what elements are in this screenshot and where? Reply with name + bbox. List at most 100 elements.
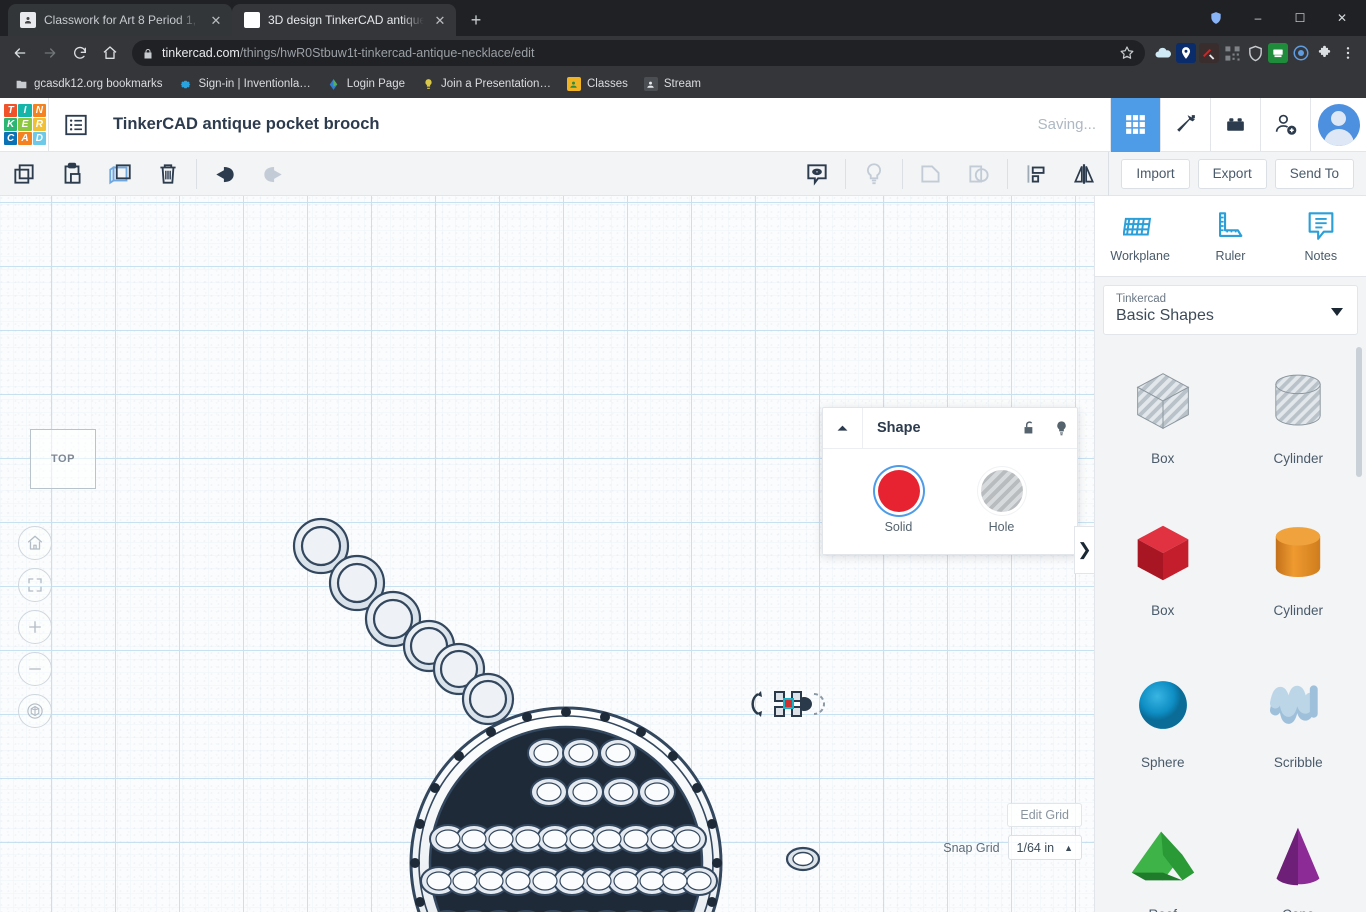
sphere-icon [1122,665,1204,745]
bookmark-item-1[interactable]: Sign-in | Inventionla… [172,74,316,94]
shapes-scrollbar[interactable] [1356,347,1362,477]
minimize-button[interactable]: – [1238,3,1278,33]
close-icon[interactable]: ✕ [432,12,448,28]
sidebar-tool-notes[interactable]: Notes [1282,209,1360,263]
zoom-in-button[interactable] [18,610,52,644]
shapes-grid[interactable]: Box Cylinder [1095,343,1366,912]
shape-item-sphere[interactable]: Sphere [1095,665,1231,795]
shape-item-roof[interactable]: Roof [1095,817,1231,912]
forward-arrow-icon[interactable] [36,39,64,67]
scanner-icon[interactable] [1268,43,1288,63]
close-window-button[interactable]: ✕ [1322,3,1362,33]
export-button[interactable]: Export [1198,159,1267,189]
address-bar[interactable]: tinkercad.com/things/hwR0Stbuw1t-tinkerc… [132,40,1145,66]
bookmark-item-2[interactable]: Login Page [321,74,411,94]
view-cube[interactable]: TOP [30,429,96,489]
chevron-up-icon[interactable] [823,408,863,449]
qr-code-icon[interactable] [1222,43,1242,63]
duplicate-icon[interactable] [96,152,144,196]
copy-icon[interactable] [0,152,48,196]
home-icon[interactable] [96,39,124,67]
browser-tab-0[interactable]: Classwork for Art 8 Period 1, MP ✕ [8,4,232,36]
logo-letter-2: N [33,104,46,117]
location-pin-icon[interactable] [1176,43,1196,63]
shape-library-select[interactable]: Tinkercad Basic Shapes [1103,285,1358,335]
shape-item-box[interactable]: Box [1095,513,1231,643]
shield-icon[interactable] [1245,43,1265,63]
list-menu-icon[interactable] [49,98,103,152]
bookmarks-bar: gcasdk12.org bookmarks Sign-in | Inventi… [0,70,1366,98]
bookmark-item-5-label: Stream [664,78,701,90]
new-tab-button[interactable]: + [462,6,490,34]
person-add-icon[interactable] [1260,98,1310,152]
shapes-sidebar: Workplane Ruler Notes [1094,196,1366,912]
pickaxe-icon[interactable] [1160,98,1210,152]
library-value: Basic Shapes [1116,307,1345,325]
perspective-toggle-button[interactable] [18,694,52,728]
eye-tooltip-icon[interactable] [793,152,841,196]
shape-item-box-hole[interactable]: Box [1095,361,1231,491]
undo-arrow-icon[interactable] [201,152,249,196]
zoom-out-button[interactable] [18,652,52,686]
snap-grid-select[interactable]: 1/64 in ▲ [1008,835,1082,860]
shape-item-cone[interactable]: Cone [1231,817,1366,912]
viewport-nav-controls [18,526,52,736]
solid-option[interactable]: Solid [878,470,920,534]
lightbulb-icon [850,152,898,196]
hole-swatch[interactable] [981,470,1023,512]
url-path: /things/hwR0Stbuw1t-tinkercad-antique-ne… [240,46,535,60]
trash-icon[interactable] [144,152,192,196]
send-to-button[interactable]: Send To [1275,159,1354,189]
import-button[interactable]: Import [1121,159,1189,189]
sidebar-tool-workplane[interactable]: Workplane [1101,209,1179,263]
redo-arrow-icon[interactable] [249,152,297,196]
tinkercad-logo-icon[interactable]: T I N K E R C A D [2,102,48,148]
lego-brick-icon[interactable] [1210,98,1260,152]
shape-item-cylinder[interactable]: Cylinder [1231,513,1366,643]
shape-item-cylinder-hole[interactable]: Cylinder [1231,361,1366,491]
group-shapes-icon [907,152,955,196]
home-view-button[interactable] [18,526,52,560]
solid-swatch[interactable] [878,470,920,512]
cloud-icon[interactable] [1153,43,1173,63]
browser-tab-1[interactable]: 3D design TinkerCAD antique ne ✕ [232,4,456,36]
grid-9-icon[interactable] [1110,98,1160,152]
avatar[interactable] [1310,98,1366,152]
maximize-button[interactable]: ☐ [1280,3,1320,33]
bookmark-item-4[interactable]: Classes [561,74,634,94]
solid-label: Solid [885,520,913,534]
mirror-icon[interactable] [1060,152,1108,196]
bookmark-item-3[interactable]: Join a Presentation… [415,74,557,94]
transform-gizmo[interactable] [748,686,828,722]
unlock-icon[interactable] [1013,408,1045,449]
close-icon[interactable]: ✕ [208,12,224,28]
shape-item-scribble-label: Scribble [1274,755,1323,770]
tinkercad-app: T I N K E R C A D TinkerCAD antique pock… [0,98,1366,912]
back-arrow-icon[interactable] [6,39,34,67]
star-icon[interactable] [1119,45,1135,61]
snap-grid-label: Snap Grid [943,841,999,855]
shape-item-scribble[interactable]: Scribble [1231,665,1366,795]
fit-to-view-button[interactable] [18,568,52,602]
reload-icon[interactable] [66,39,94,67]
chevron-right-icon[interactable]: ❯ [1074,526,1094,574]
3d-viewport[interactable]: TOP [0,196,1094,912]
screenshot-icon[interactable] [1199,43,1219,63]
record-icon[interactable] [1291,43,1311,63]
bulb-icon [421,77,435,91]
shape-panel-title: Shape [863,420,1013,436]
sidebar-tool-ruler[interactable]: Ruler [1191,209,1269,263]
align-icon[interactable] [1012,152,1060,196]
bookmark-item-0[interactable]: gcasdk12.org bookmarks [8,74,168,94]
bookmark-item-5[interactable]: Stream [638,74,707,94]
grid-controls: Edit Grid Snap Grid 1/64 in ▲ [943,803,1082,860]
browser-shield-icon[interactable] [1196,3,1236,33]
paste-icon[interactable] [48,152,96,196]
loose-ovals [740,848,819,912]
app-header: T I N K E R C A D TinkerCAD antique pock… [0,98,1366,152]
lightbulb-icon[interactable] [1045,408,1077,449]
hole-option[interactable]: Hole [981,470,1023,534]
edit-grid-button[interactable]: Edit Grid [1007,803,1082,827]
kebab-menu-icon[interactable] [1336,41,1360,65]
puzzle-icon[interactable] [1314,43,1334,63]
